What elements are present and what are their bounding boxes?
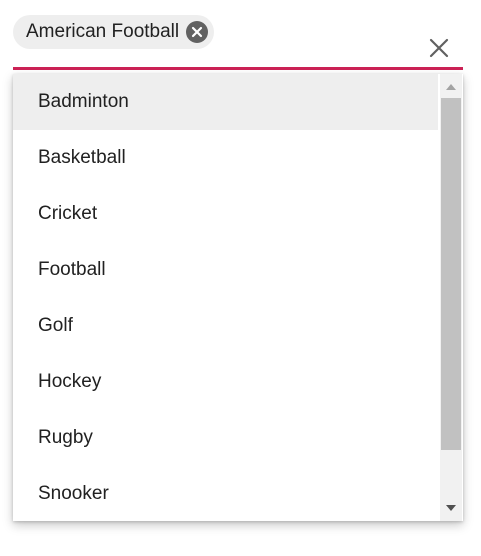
list-item-hockey[interactable]: Hockey xyxy=(13,354,438,410)
selected-chip[interactable]: American Football xyxy=(13,15,215,49)
list-item-rugby[interactable]: Rugby xyxy=(13,410,438,466)
chip-label: American Football xyxy=(26,21,180,42)
multiselect-input[interactable]: American Football xyxy=(13,0,463,70)
list-item-football[interactable]: Football xyxy=(13,242,438,298)
scrollbar-thumb[interactable] xyxy=(441,98,461,450)
list-item-snooker[interactable]: Snooker xyxy=(13,466,438,521)
input-underline xyxy=(13,67,463,70)
dropdown-list: Badminton Basketball Cricket Football Go… xyxy=(13,74,438,521)
list-item-basketball[interactable]: Basketball xyxy=(13,130,438,186)
list-item-golf[interactable]: Golf xyxy=(13,298,438,354)
list-item-badminton[interactable]: Badminton xyxy=(13,74,438,130)
vertical-scrollbar[interactable] xyxy=(440,74,462,521)
scroll-down-icon[interactable] xyxy=(440,497,462,519)
clear-all-icon[interactable] xyxy=(427,36,451,60)
dropdown-popup: Badminton Basketball Cricket Football Go… xyxy=(13,74,463,521)
chip-remove-icon[interactable] xyxy=(186,21,209,43)
scroll-up-icon[interactable] xyxy=(440,76,462,98)
multiselect-dropdown: American Football Badminton Basketball C… xyxy=(0,0,481,556)
list-item-cricket[interactable]: Cricket xyxy=(13,186,438,242)
